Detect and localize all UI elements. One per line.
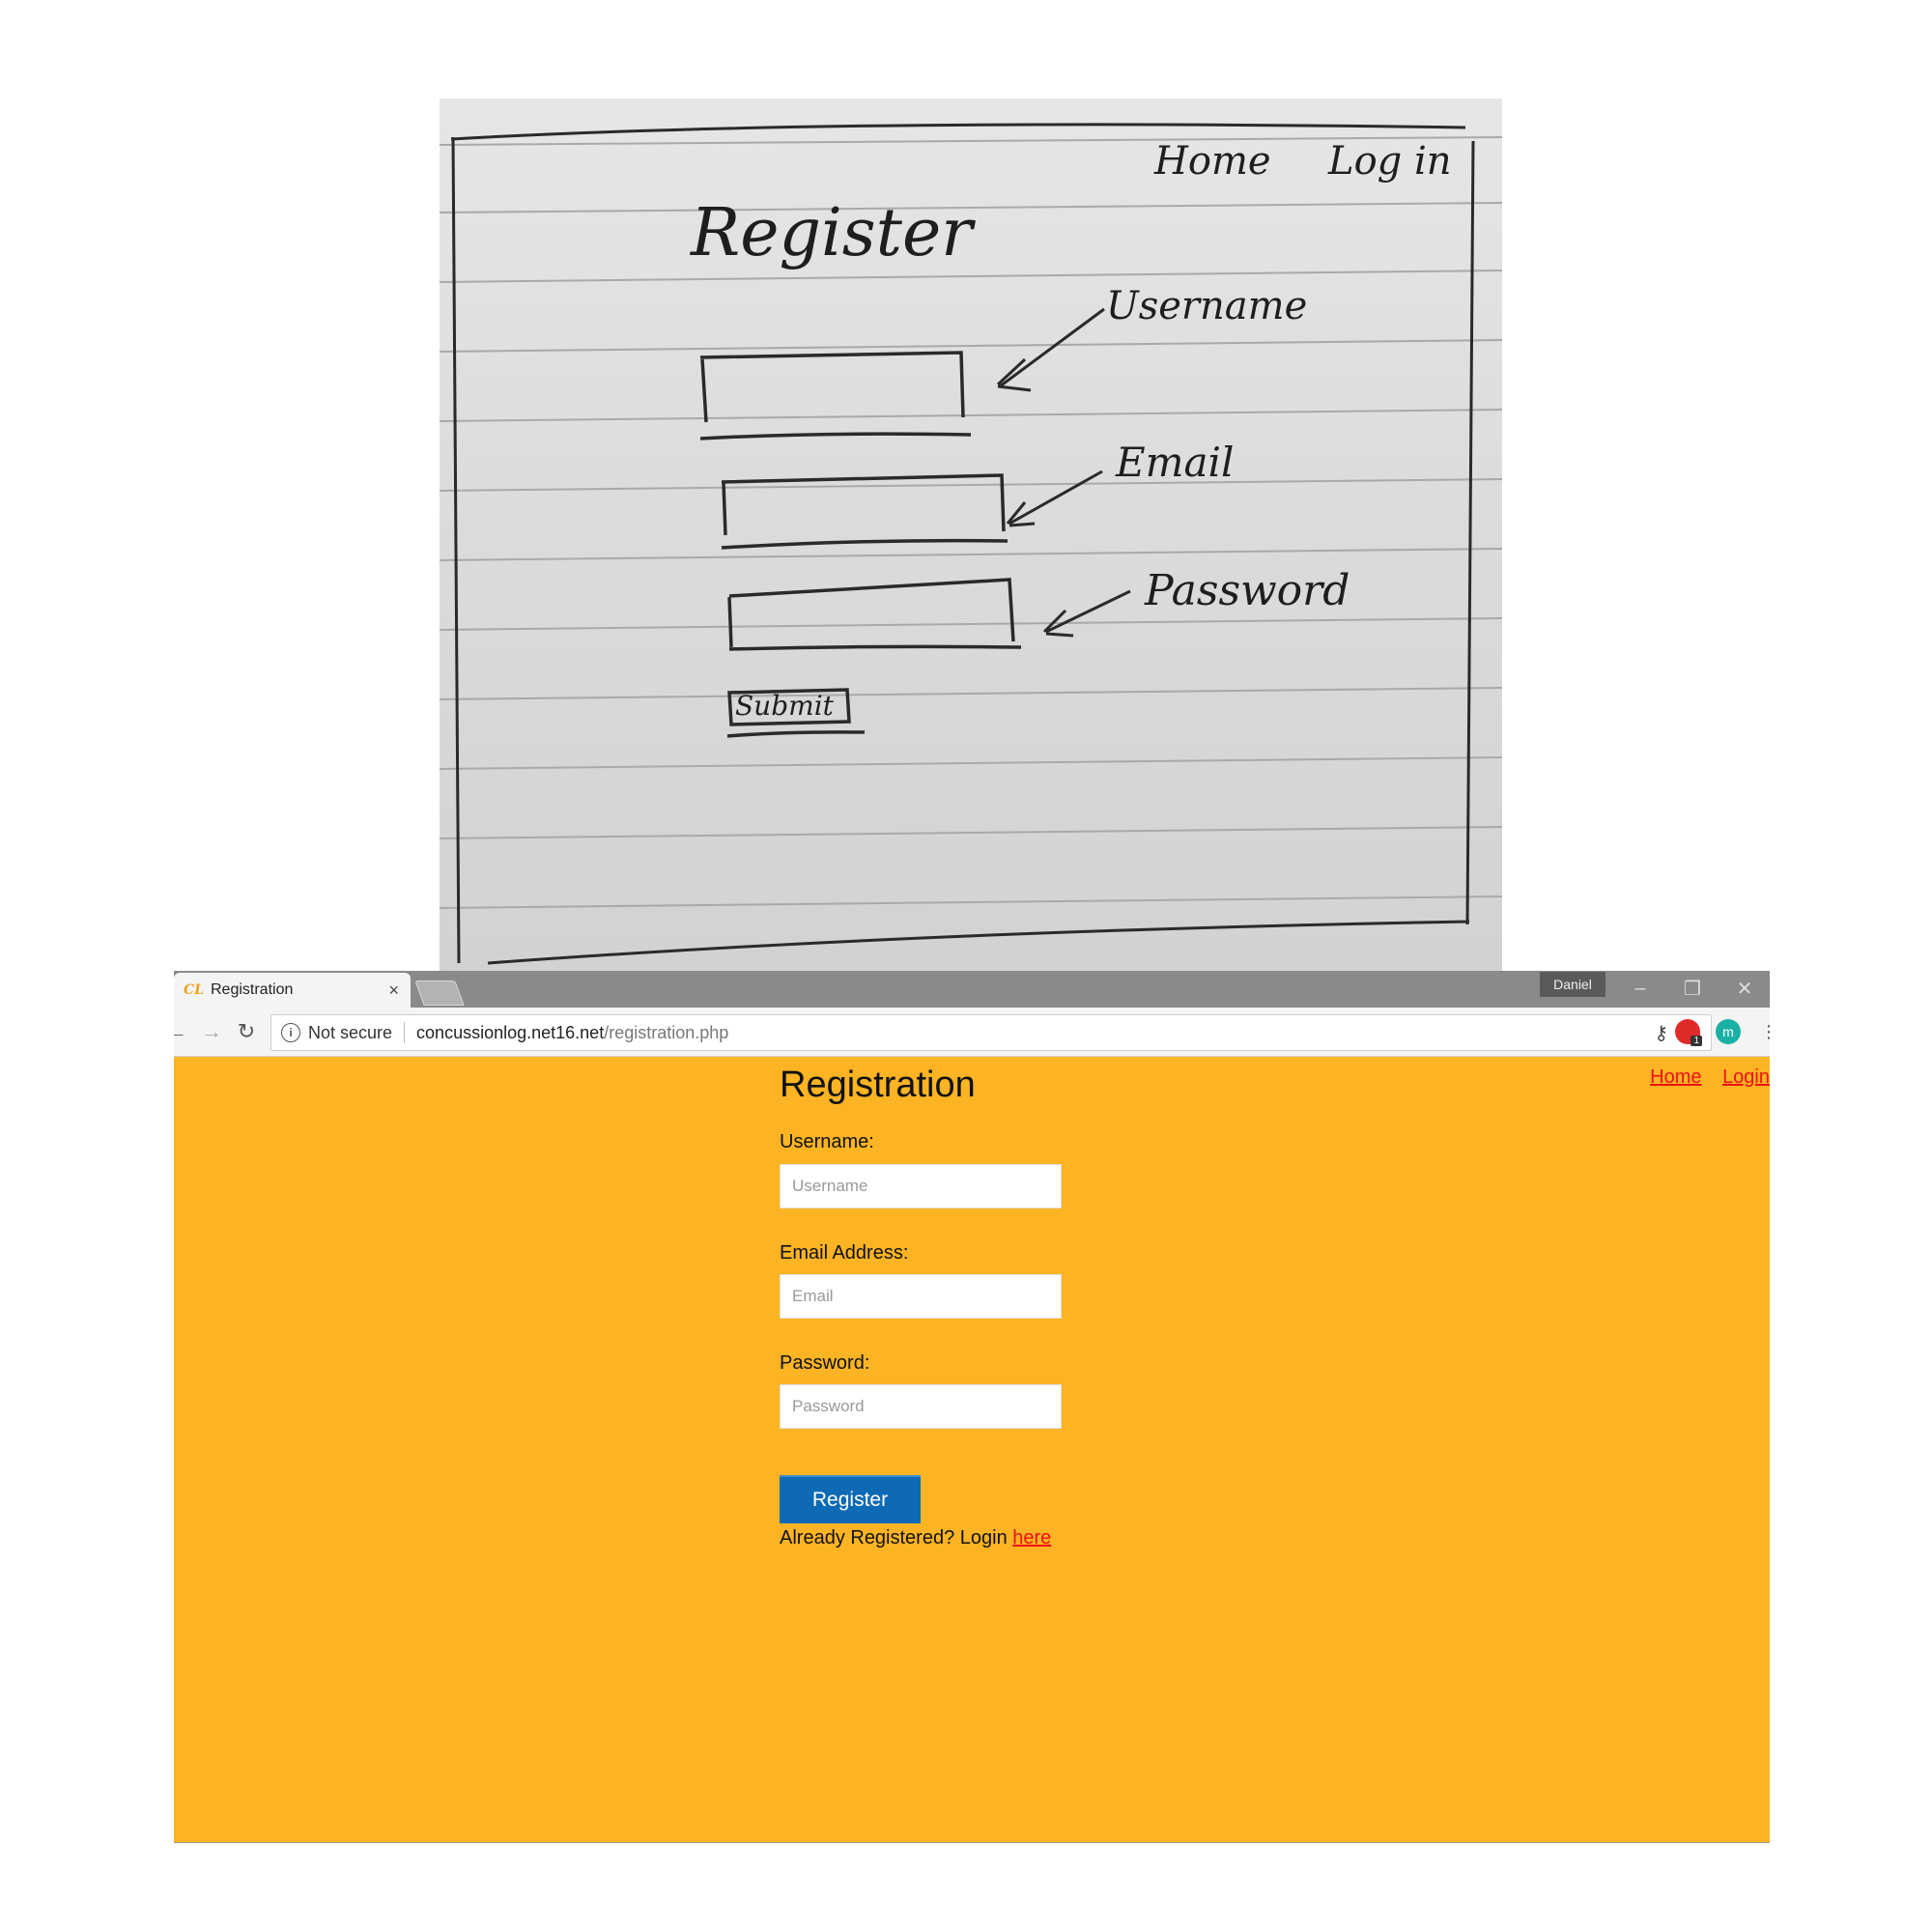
grammarly-extension-icon[interactable]: m [1716, 1019, 1741, 1044]
address-bar[interactable]: i Not secure concussionlog.net16.net/reg… [270, 1014, 1712, 1051]
password-input[interactable] [780, 1384, 1062, 1429]
wireframe-sketch: Home Log in Register Username Email Pass… [440, 99, 1502, 971]
login-here-link[interactable]: here [1012, 1527, 1051, 1548]
password-label: Password: [780, 1352, 870, 1374]
omnibox-separator [404, 1022, 406, 1043]
email-label: Email Address: [780, 1242, 909, 1264]
sketch-title: Register [691, 195, 973, 271]
extension-icon[interactable]: 1 [1675, 1019, 1702, 1046]
already-registered-label: Already Registered? Login [780, 1527, 1013, 1548]
page-content: Registration Home Login Username: Email … [174, 1057, 1770, 1842]
sketch-arrows [996, 307, 1131, 638]
menu-dots-icon[interactable]: ⋮ [1754, 1015, 1770, 1048]
sketch-nav-home: Home [1154, 139, 1271, 184]
username-label: Username: [780, 1131, 874, 1152]
url-host: concussionlog.net16.net [416, 1022, 605, 1042]
username-input[interactable] [780, 1164, 1062, 1208]
sketch-inputs [699, 351, 1022, 738]
restore-icon[interactable]: ❐ [1673, 973, 1712, 1004]
extension-badge: 1 [1690, 1036, 1702, 1046]
nav-link-home[interactable]: Home [1650, 1066, 1701, 1088]
key-icon[interactable]: ⚷ [1654, 1021, 1668, 1045]
sketch-annotation-password: Password [1145, 566, 1350, 615]
title-bar: CL Registration × Daniel – ❐ ✕ [174, 971, 1770, 1008]
browser-toolbar: ← → ↻ i Not secure concussionlog.net16.n… [174, 1008, 1770, 1057]
tab-registration[interactable]: CL Registration × [174, 973, 411, 1008]
top-nav: Home Login [1634, 1066, 1770, 1089]
close-window-icon[interactable]: ✕ [1725, 973, 1764, 1004]
nav-link-login[interactable]: Login [1722, 1066, 1770, 1088]
sketch-annotation-email: Email [1116, 439, 1235, 486]
url-path: /registration.php [604, 1022, 729, 1042]
site-favicon: CL [184, 982, 204, 998]
tab-title: Registration [211, 981, 294, 998]
already-registered-text: Already Registered? Login here [780, 1527, 1051, 1549]
tab-close-icon[interactable]: × [388, 980, 399, 1001]
security-indicator[interactable]: Not secure [308, 1023, 392, 1043]
new-tab-button[interactable] [414, 980, 465, 1006]
forward-arrow-icon[interactable]: → [197, 1015, 226, 1048]
register-button[interactable]: Register [780, 1475, 921, 1523]
email-input[interactable] [780, 1274, 1062, 1319]
minimize-icon[interactable]: – [1621, 973, 1660, 1004]
profile-badge[interactable]: Daniel [1540, 972, 1605, 997]
sketch-nav-login: Log in [1328, 139, 1452, 184]
sketch-submit: Submit [735, 690, 834, 722]
info-icon[interactable]: i [281, 1023, 300, 1042]
browser-window: CL Registration × Daniel – ❐ ✕ ← → ↻ i N… [174, 971, 1770, 1843]
reload-icon[interactable]: ↻ [232, 1015, 261, 1048]
page-title: Registration [780, 1065, 976, 1105]
back-arrow-icon[interactable]: ← [174, 1015, 191, 1048]
sketch-annotation-username: Username [1106, 284, 1308, 328]
